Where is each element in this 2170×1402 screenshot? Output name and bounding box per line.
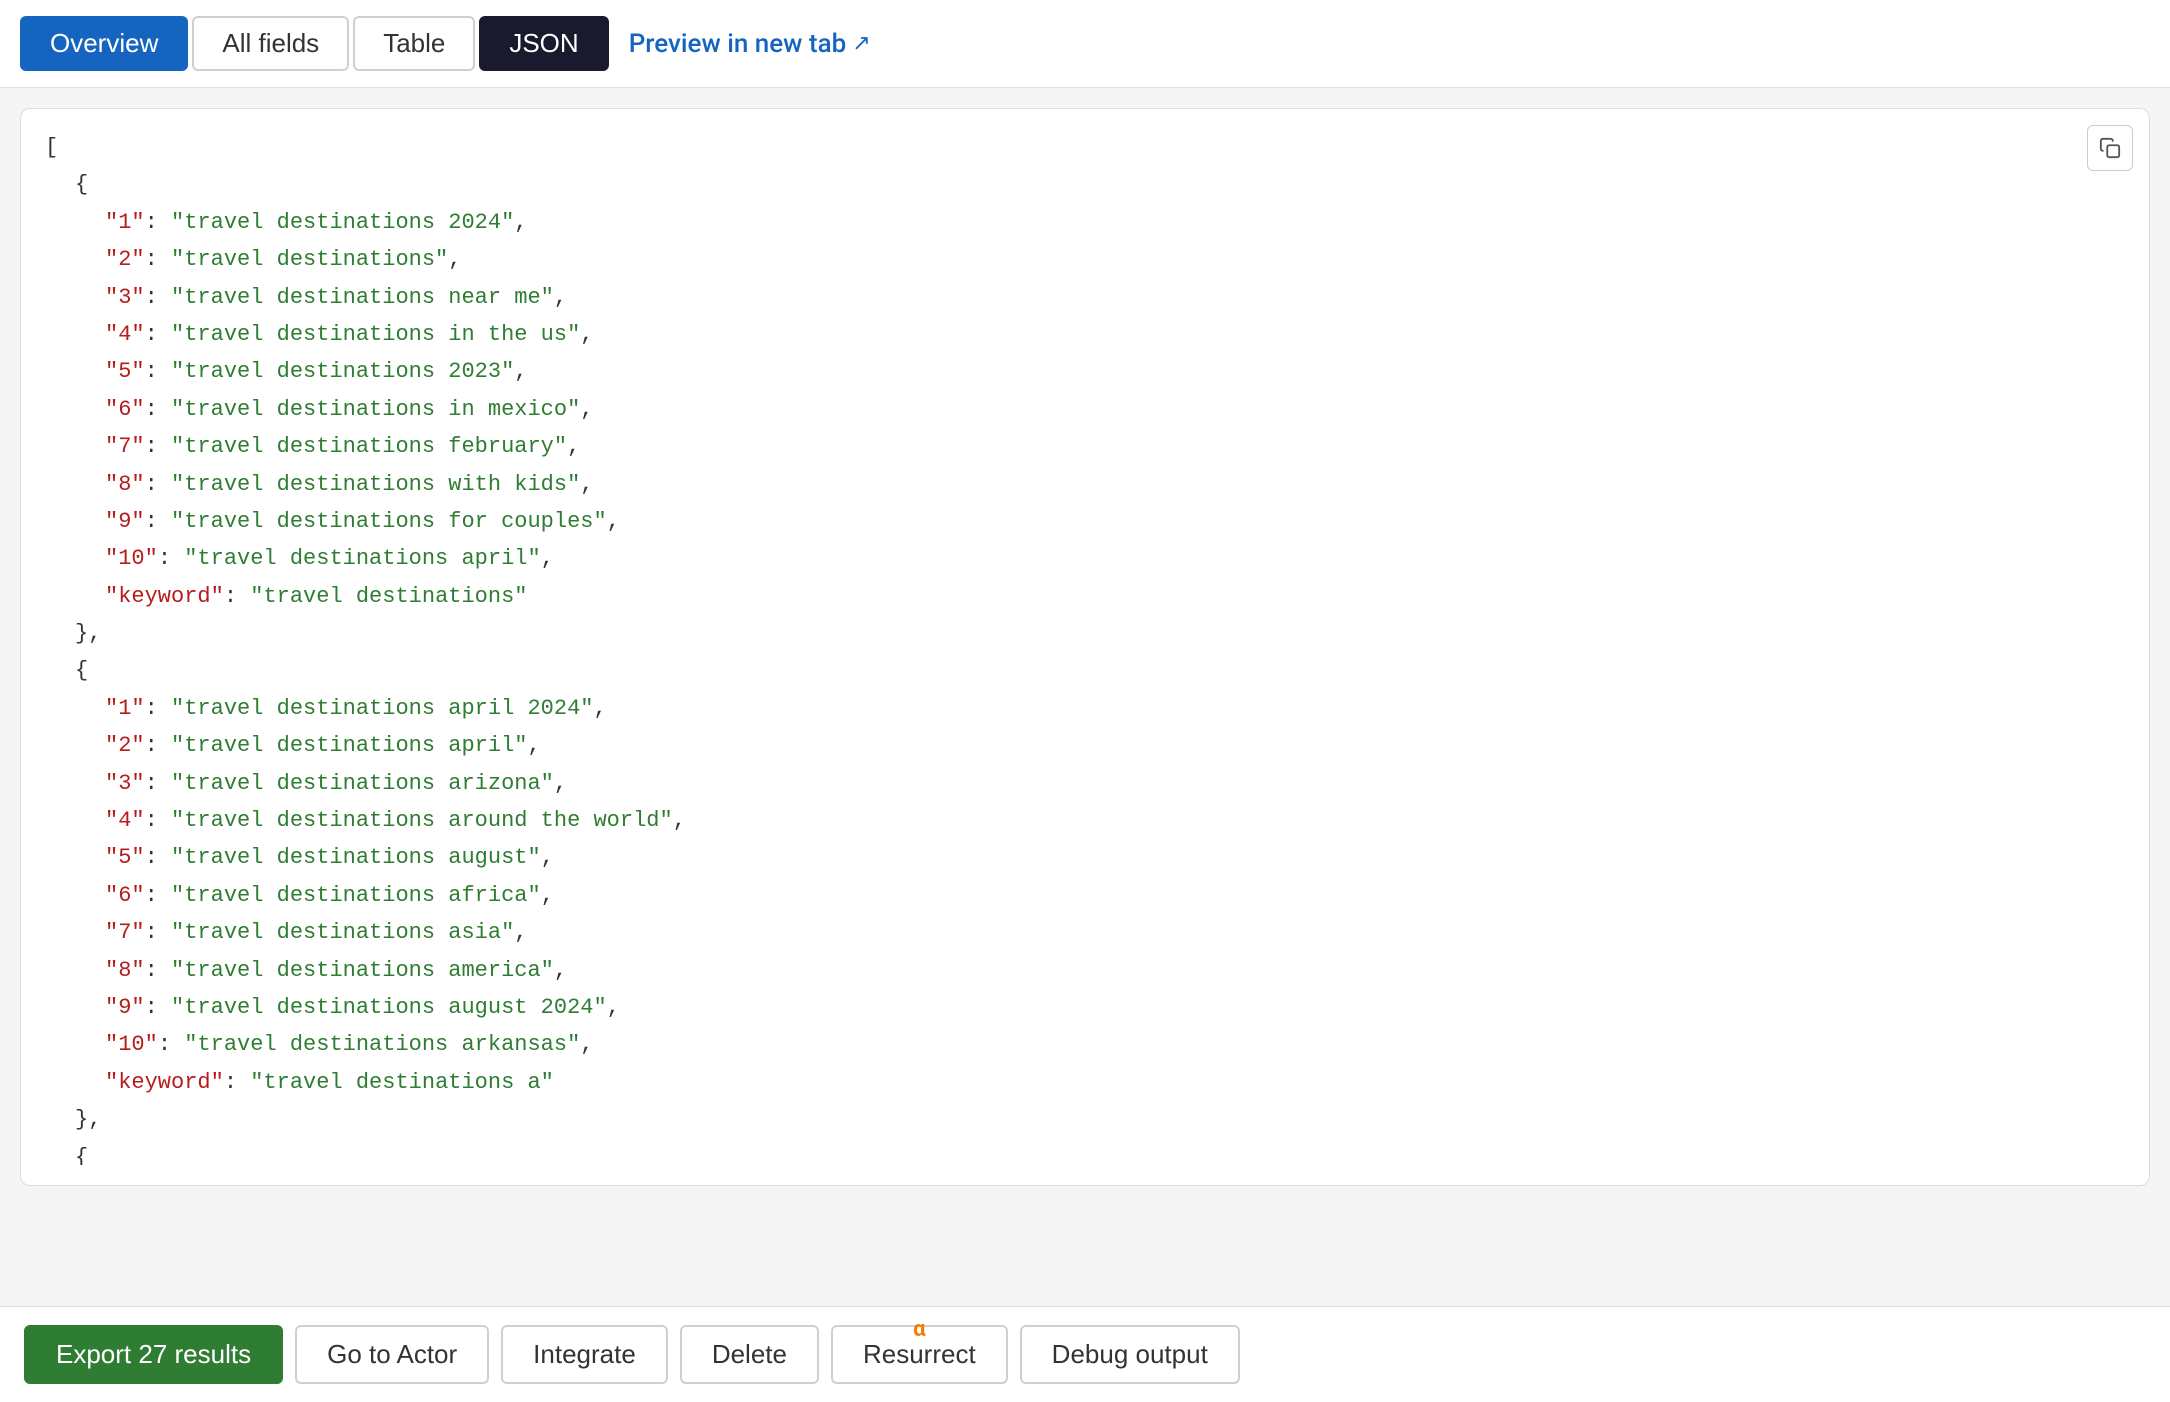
tab-overview[interactable]: Overview xyxy=(20,16,188,71)
json-obj3-open: { xyxy=(75,1139,2125,1165)
json-viewer: [ { "1": "travel destinations 2024", "2"… xyxy=(45,129,2125,1165)
tab-json[interactable]: JSON xyxy=(479,16,608,71)
json-obj1-open: { xyxy=(75,166,2125,203)
json-line-2-7: "7": "travel destinations asia", xyxy=(105,914,2125,951)
json-line-2-6: "6": "travel destinations africa", xyxy=(105,877,2125,914)
json-line-1-3: "3": "travel destinations near me", xyxy=(105,279,2125,316)
json-line-1-10: "10": "travel destinations april", xyxy=(105,540,2125,577)
json-line-2-4: "4": "travel destinations around the wor… xyxy=(105,802,2125,839)
external-link-icon: ↗ xyxy=(852,31,870,56)
debug-output-button[interactable]: Debug output xyxy=(1020,1325,1240,1384)
json-obj1-close: }, xyxy=(75,615,2125,652)
json-open-array: [ xyxy=(45,129,2125,166)
resurrect-wrapper: α Resurrect xyxy=(831,1325,1008,1384)
json-line-1-2: "2": "travel destinations", xyxy=(105,241,2125,278)
integrate-button[interactable]: Integrate xyxy=(501,1325,668,1384)
preview-in-new-tab-link[interactable]: Preview in new tab ↗ xyxy=(629,29,871,59)
bottom-toolbar: Export 27 results Go to Actor Integrate … xyxy=(0,1306,2170,1402)
json-line-1-6: "6": "travel destinations in mexico", xyxy=(105,391,2125,428)
json-line-1-1: "1": "travel destinations 2024", xyxy=(105,204,2125,241)
tab-table[interactable]: Table xyxy=(353,16,475,71)
json-line-2-keyword: "keyword": "travel destinations a" xyxy=(105,1064,2125,1101)
json-panel: [ { "1": "travel destinations 2024", "2"… xyxy=(20,108,2150,1186)
json-line-1-keyword: "keyword": "travel destinations" xyxy=(105,578,2125,615)
json-line-1-8: "8": "travel destinations with kids", xyxy=(105,466,2125,503)
json-line-2-1: "1": "travel destinations april 2024", xyxy=(105,690,2125,727)
preview-link-text: Preview in new tab xyxy=(629,29,847,59)
json-line-2-5: "5": "travel destinations august", xyxy=(105,839,2125,876)
json-line-1-5: "5": "travel destinations 2023", xyxy=(105,353,2125,390)
json-line-2-2: "2": "travel destinations april", xyxy=(105,727,2125,764)
export-button[interactable]: Export 27 results xyxy=(24,1325,283,1384)
json-line-2-8: "8": "travel destinations america", xyxy=(105,952,2125,989)
json-line-1-9: "9": "travel destinations for couples", xyxy=(105,503,2125,540)
alpha-badge: α xyxy=(913,1317,925,1342)
tab-all-fields[interactable]: All fields xyxy=(192,16,349,71)
json-line-2-9: "9": "travel destinations august 2024", xyxy=(105,989,2125,1026)
top-navigation: Overview All fields Table JSON Preview i… xyxy=(0,0,2170,88)
json-obj2-close: }, xyxy=(75,1101,2125,1138)
json-line-2-10: "10": "travel destinations arkansas", xyxy=(105,1026,2125,1063)
json-obj2-open: { xyxy=(75,652,2125,689)
main-content-area: [ { "1": "travel destinations 2024", "2"… xyxy=(0,88,2170,1306)
copy-button[interactable] xyxy=(2087,125,2133,171)
json-line-1-4: "4": "travel destinations in the us", xyxy=(105,316,2125,353)
json-line-1-7: "7": "travel destinations february", xyxy=(105,428,2125,465)
delete-button[interactable]: Delete xyxy=(680,1325,819,1384)
go-to-actor-button[interactable]: Go to Actor xyxy=(295,1325,489,1384)
json-line-2-3: "3": "travel destinations arizona", xyxy=(105,765,2125,802)
